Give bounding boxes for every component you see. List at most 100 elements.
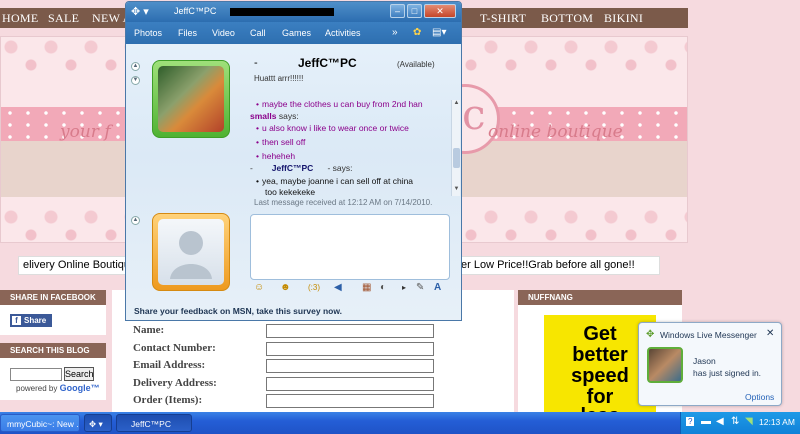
marquee-text: elivery Online Boutique [18,256,126,275]
scroll-thumb[interactable] [453,148,460,168]
messenger-logo-icon: ✥ [646,329,655,340]
network-icon[interactable]: ⇅ [731,416,739,427]
message-compose-box[interactable] [250,214,450,280]
order-items-field[interactable] [266,394,434,408]
toast-options-link[interactable]: Options [745,392,774,402]
contact-number-field[interactable] [266,342,434,356]
bullet-icon: • [256,100,259,109]
self-avatar-frame[interactable] [152,213,230,291]
background-icon[interactable]: ▦ [362,282,371,293]
name-field[interactable] [266,324,434,338]
chat-history[interactable]: • maybe the clothes u can buy from 2nd ha… [250,100,446,196]
toast-contact-name: Jason [693,356,716,366]
blog-search-input[interactable] [10,368,62,381]
nav-bottom[interactable]: BOTTOM [541,11,593,26]
taskbar-clock[interactable]: 12:13 AM [759,417,795,427]
status-icon[interactable]: ✿ [413,27,421,38]
search-blog-title: SEARCH THIS BLOG [0,343,106,358]
facebook-icon: f [12,316,21,325]
wink-icon[interactable]: ☻ [280,282,291,293]
scroll-up-icon[interactable]: ▲ [452,100,461,106]
collapse-arrow-icon[interactable]: ▲ [131,216,140,225]
messenger-signin-toast[interactable]: ✥ Windows Live Messenger ✕ Jason has jus… [638,322,782,406]
nudge-icon[interactable]: (:3) [308,283,320,292]
user-silhouette-icon [170,231,212,279]
delivery-address-field[interactable] [266,377,434,391]
last-message-timestamp: Last message received at 12:12 AM on 7/1… [254,198,433,207]
chat-message: • maybe the clothes u can buy from 2nd ha… [256,100,423,109]
nav-home[interactable]: HOME [2,11,39,26]
share-facebook-title: SHARE IN FACEBOOK [0,290,106,305]
nav-bikini[interactable]: BIKINI [604,11,643,26]
contact-avatar [158,66,224,132]
email-label: Email Address: [133,359,206,371]
chat-scrollbar[interactable]: ▲ ▼ [451,100,460,196]
contact-status: (Available) [397,60,435,69]
feedback-link[interactable]: Share your feedback on MSN, take this su… [134,306,342,316]
bullet-icon: • [256,123,259,133]
chat-speaker: smalls says: [250,111,299,121]
chat-message: too kekekeke [265,187,316,196]
chat-speaker: - JeffC™PC - says: [250,163,353,173]
windows-taskbar: mmyCubic~: New ... ✥ ▾ JeffC™PC ? ▬ ◀ ⇅ … [0,412,800,434]
contact-name[interactable]: JeffC™PC [298,56,357,70]
toast-title: Windows Live Messenger [660,330,757,340]
banner-logo-letter: c [462,90,486,139]
more-menu-chevron-icon[interactable]: » [392,27,398,38]
contact-personal-message: Huattt arrr!!!!!! [254,74,304,83]
chat-message: • heheheh [256,151,296,161]
close-button[interactable]: ✕ [424,4,456,18]
system-tray: ? ▬ ◀ ⇅ ◥ 12:13 AM [680,412,800,434]
emoticon-icon[interactable]: ☺ [254,282,264,293]
sound-icon[interactable]: ◐ [380,282,386,293]
bullet-icon: • [256,137,259,147]
keyboard-icon[interactable]: ▬ [701,416,711,427]
back-arrow-icon[interactable]: ◀ [716,416,724,427]
minimize-button[interactable]: – [390,4,405,18]
share-label: Share [24,316,47,325]
delivery-address-label: Delivery Address: [133,377,217,389]
handwriting-icon[interactable]: ✎ [416,282,424,293]
menu-files[interactable]: Files [178,28,197,38]
collapse-arrow-icon[interactable]: ▲ [131,62,140,71]
help-icon[interactable]: ? [686,417,695,426]
nav-sale[interactable]: SALE [48,11,79,26]
maximize-button[interactable]: □ [407,4,422,18]
contact-avatar-frame[interactable] [152,60,230,138]
taskbar-button-conversation[interactable]: JeffC™PC [116,414,192,432]
voice-clip-icon[interactable]: ◀ [334,282,342,293]
google-logo: Google™ [59,383,100,393]
nuffnang-title: NUFFNANG [518,290,682,305]
redacted-email [230,8,334,16]
taskbar-group-msn-icon[interactable]: ✥ ▾ [84,414,112,432]
email-field[interactable] [266,359,434,373]
default-user-avatar [158,219,224,285]
contact-avatar [647,347,683,383]
more-tools-chevron-icon[interactable]: ▸ [402,283,406,292]
options-menu-icon[interactable]: ▤▾ [432,27,446,38]
blog-search-button[interactable]: Search [64,367,94,381]
menu-photos[interactable]: Photos [134,28,162,38]
facebook-share-button[interactable]: f Share [10,314,52,327]
order-items-label: Order (Items): [133,394,203,406]
toast-close-icon[interactable]: ✕ [766,328,774,339]
font-icon[interactable]: A [434,282,441,293]
powered-by-google: powered by Google™ [16,383,100,393]
menu-video[interactable]: Video [212,28,235,38]
scroll-down-icon[interactable]: ▼ [452,186,461,192]
menu-call[interactable]: Call [250,28,266,38]
compose-toolbar: ☺ ☻ (:3) ◀ ▦ ◐ ▸ ✎ A [250,282,450,296]
window-titlebar[interactable]: ✥ ▾ JeffC™PC – □ ✕ [126,2,461,22]
bullet-icon: • [256,176,259,186]
menu-games[interactable]: Games [282,28,311,38]
bullet-icon: • [256,151,259,161]
expand-arrow-icon[interactable]: ▼ [131,76,140,85]
taskbar-button-browser[interactable]: mmyCubic~: New ... [0,414,80,432]
conversation-menubar: Photos Files Video Call Games Activities… [126,22,461,44]
nav-t-shirt[interactable]: T-SHIRT [480,11,526,26]
msn-butterfly-icon[interactable]: ✥ ▾ [131,5,149,18]
menu-activities[interactable]: Activities [325,28,361,38]
wireless-icon[interactable]: ◥ [745,416,753,427]
window-title: JeffC™PC [174,6,217,16]
chat-message: • u also know i like to wear once or twic… [256,123,409,133]
